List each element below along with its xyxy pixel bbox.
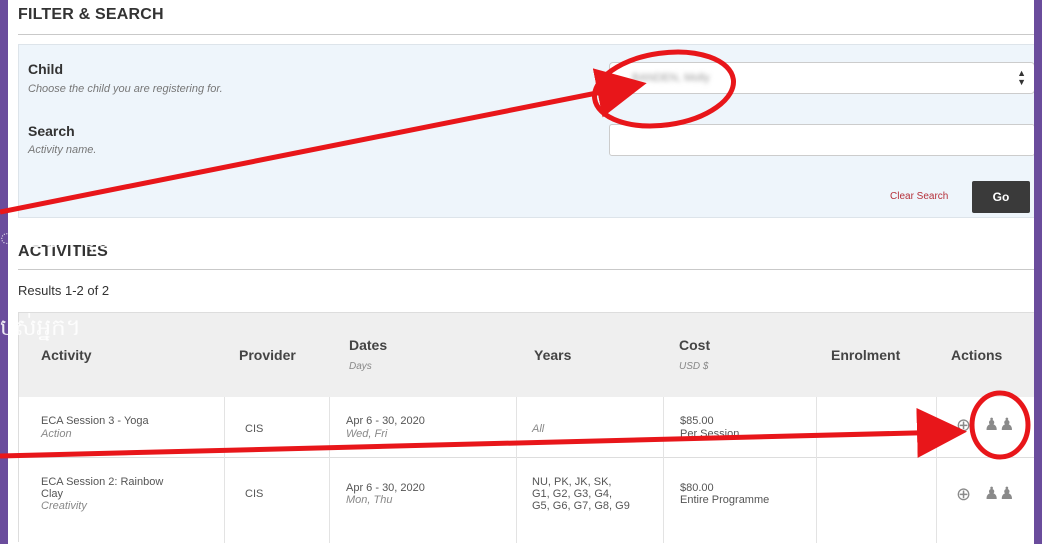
child-label: Child (28, 61, 63, 77)
col-divider (224, 397, 225, 543)
go-button[interactable]: Go (972, 181, 1030, 213)
col-dates: Dates (349, 337, 388, 353)
col-activity: Activity (41, 347, 92, 363)
years-line1: NU, PK, JK, SK, (532, 476, 612, 488)
select-arrows-icon: ▲ ▼ (1017, 68, 1026, 87)
filter-section-title: FILTER & SEARCH (18, 6, 164, 23)
divider (18, 34, 1042, 35)
col-actions: Actions (951, 347, 1003, 363)
overlay-text-line2: បស់អ្នក។ (0, 315, 81, 341)
table-row: ECA Session 2: Rainbow Clay Creativity C… (19, 458, 1039, 542)
right-frame (1034, 0, 1042, 544)
years: All (532, 423, 545, 435)
cost-unit: Per Session (680, 428, 740, 440)
activity-category: Creativity (41, 500, 87, 512)
child-select[interactable]: BANDEN, Molly ▲ ▼ (609, 62, 1035, 94)
table-row: ECA Session 3 - Yoga Action CIS Apr 6 - … (19, 397, 1039, 458)
search-hint: Activity name. (28, 144, 97, 156)
table-header: Activity Provider Dates Days Years Cost … (19, 313, 1039, 398)
results-count: Results 1-2 of 2 (18, 283, 110, 298)
cost: $85.00 (680, 415, 714, 427)
col-divider (816, 397, 817, 543)
col-divider (516, 397, 517, 543)
dates: Apr 6 - 30, 2020 (346, 482, 425, 494)
col-years: Years (534, 347, 572, 363)
left-frame (0, 0, 8, 544)
col-provider: Provider (239, 347, 296, 363)
col-divider (663, 397, 664, 543)
group-icon[interactable]: ♟♟ (984, 415, 1014, 435)
overlay-text-line1: ាំ ECA ចុចប៊ូតុង 'GO'. (0, 227, 218, 253)
dates: Apr 6 - 30, 2020 (346, 415, 425, 427)
clear-search-link[interactable]: Clear Search (890, 191, 948, 202)
search-label: Search (28, 123, 75, 139)
zoom-in-icon[interactable]: ⊕ (956, 484, 971, 505)
activity-name-line2: Clay (41, 488, 64, 500)
child-hint: Choose the child you are registering for… (28, 83, 223, 95)
cost-unit: Entire Programme (680, 494, 770, 506)
filter-panel: Child Choose the child you are registeri… (18, 44, 1042, 218)
col-divider (329, 397, 330, 543)
col-divider (936, 397, 937, 543)
page: FILTER & SEARCH Child Choose the child y… (8, 0, 1042, 544)
years-line3: G5, G6, G7, G8, G9 (532, 500, 630, 512)
activities-table: Activity Provider Dates Days Years Cost … (18, 312, 1040, 543)
activity-name-line1: ECA Session 2: Rainbow (41, 476, 164, 488)
col-enrolment: Enrolment (831, 347, 901, 363)
child-select-value: BANDEN, Molly (632, 72, 710, 84)
activity-category: Action (41, 428, 72, 440)
col-cost-sub: USD $ (679, 361, 709, 372)
zoom-in-icon[interactable]: ⊕ (956, 415, 971, 436)
activity-name: ECA Session 3 - Yoga (41, 415, 149, 427)
days: Mon, Thu (346, 494, 393, 506)
provider: CIS (245, 423, 264, 435)
col-cost: Cost (679, 337, 711, 353)
provider: CIS (245, 488, 264, 500)
divider (18, 269, 1042, 270)
col-dates-sub: Days (349, 361, 372, 372)
cost: $80.00 (680, 482, 714, 494)
years-line2: G1, G2, G3, G4, (532, 488, 613, 500)
days: Wed, Fri (346, 428, 388, 440)
search-input[interactable] (609, 124, 1035, 156)
group-icon[interactable]: ♟♟ (984, 484, 1014, 504)
